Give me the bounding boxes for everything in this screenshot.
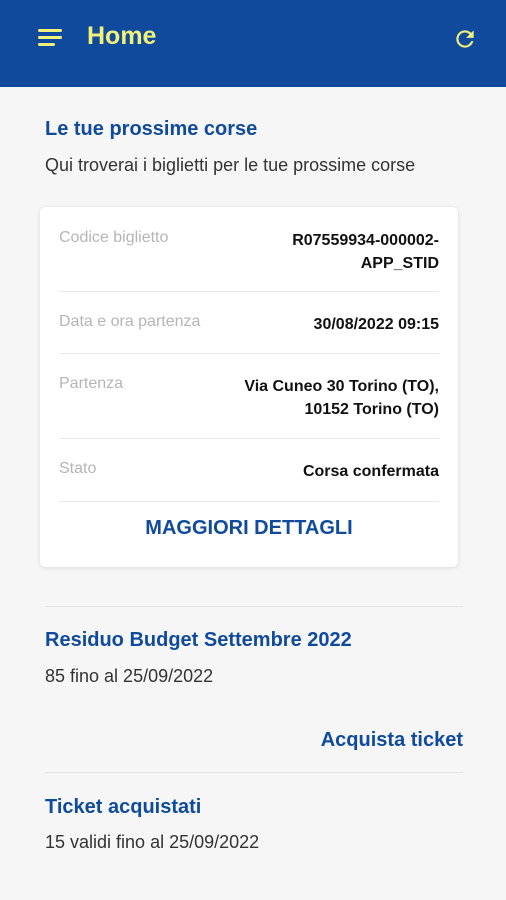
hamburger-menu-icon[interactable] — [38, 28, 62, 48]
departure-label: Partenza — [59, 375, 124, 392]
status-label: Stato — [59, 460, 97, 477]
divider — [59, 501, 439, 502]
ticket-code-value-line2: APP_STID — [360, 255, 439, 272]
ticket-code-value-line1: R07559934-000002- — [292, 232, 439, 249]
more-details-button[interactable]: MAGGIORI DETTAGLI — [40, 517, 458, 540]
departure-value: Via Cuneo 30 Torino (TO), 10152 Torino (… — [244, 375, 439, 421]
ticket-card: Codice biglietto R07559934-000002- APP_S… — [40, 207, 458, 567]
section-divider — [45, 606, 463, 607]
purchased-tickets-title: Ticket acquistati — [45, 796, 202, 818]
budget-title: Residuo Budget Settembre 2022 — [45, 629, 352, 651]
ticket-code-value: R07559934-000002- APP_STID — [292, 229, 439, 275]
departure-value-line2: 10152 Torino (TO) — [304, 401, 439, 418]
divider — [59, 291, 439, 292]
app-bar: Home — [0, 0, 506, 87]
departure-value-line1: Via Cuneo 30 Torino (TO), — [244, 378, 439, 395]
upcoming-rides-subtitle: Qui troverai i biglietti per le tue pros… — [45, 155, 416, 175]
budget-subtitle: 85 fino al 25/09/2022 — [45, 666, 214, 686]
departure-datetime-value: 30/08/2022 09:15 — [313, 316, 439, 333]
page-title: Home — [87, 22, 157, 50]
buy-ticket-button[interactable]: Acquista ticket — [321, 729, 463, 752]
upcoming-rides-title: Le tue prossime corse — [45, 118, 258, 140]
refresh-icon[interactable] — [452, 26, 478, 52]
ticket-code-label: Codice biglietto — [59, 229, 169, 246]
departure-datetime-label: Data e ora partenza — [59, 313, 201, 330]
section-divider — [45, 772, 463, 773]
divider — [59, 438, 439, 439]
status-value: Corsa confermata — [302, 463, 439, 480]
divider — [59, 353, 439, 354]
purchased-tickets-subtitle: 15 validi fino al 25/09/2022 — [45, 832, 260, 852]
